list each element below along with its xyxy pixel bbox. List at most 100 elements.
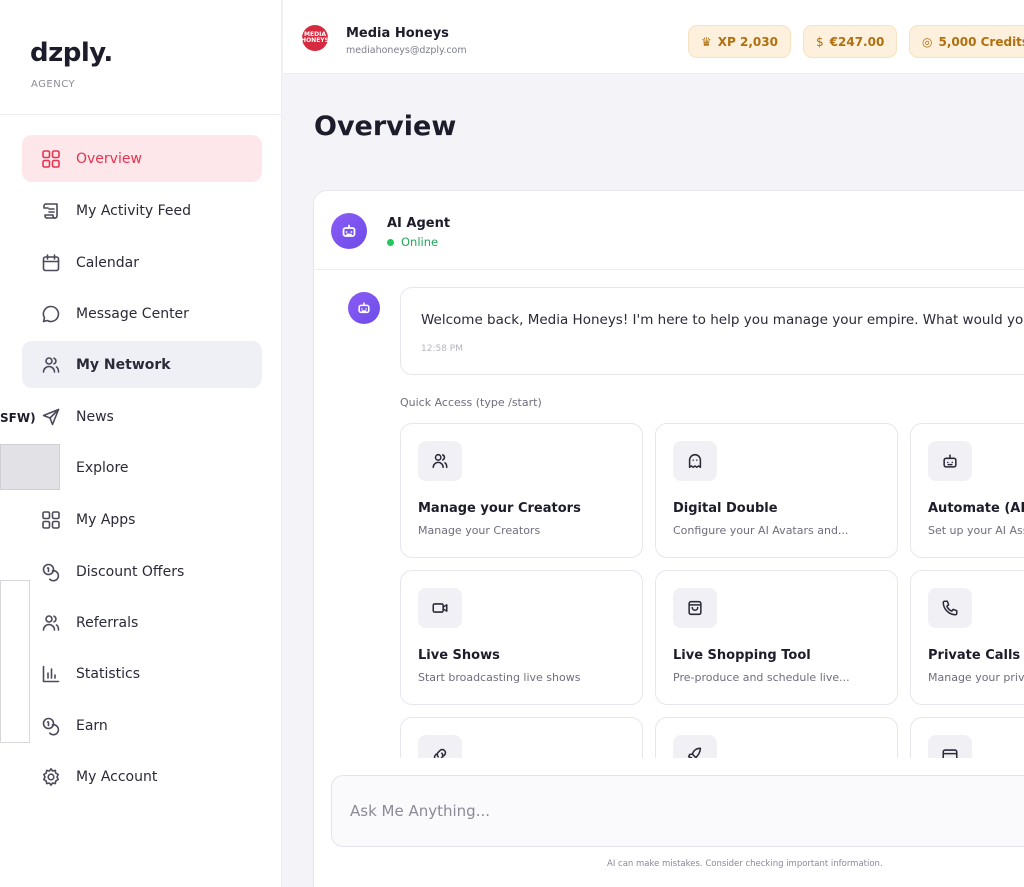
- quick-access-grid: Manage your Creators Manage your Creator…: [400, 423, 1024, 758]
- tile-title: Digital Double: [673, 501, 778, 516]
- phone-icon: [928, 588, 972, 628]
- agent-name: AI Agent: [387, 216, 451, 231]
- sidebar-item-label: Message Center: [76, 305, 189, 322]
- ask-box: [331, 775, 1024, 847]
- crown-icon: ♛: [701, 34, 712, 49]
- tile-live-shopping[interactable]: Live Shopping Tool Pre-produce and sched…: [655, 570, 898, 705]
- sidebar-item-overview[interactable]: Overview: [22, 135, 262, 182]
- sidebar-item-label: Discount Offers: [76, 563, 185, 580]
- robot-icon: [928, 441, 972, 481]
- ai-disclaimer: AI can make mistakes. Consider checking …: [607, 859, 883, 869]
- message-timestamp: 12:58 PM: [421, 344, 463, 354]
- credits-chip[interactable]: ◎ 5,000 Credits: [909, 25, 1024, 58]
- tile-description: Start broadcasting live shows: [418, 671, 581, 684]
- shopping-bag-icon: [673, 588, 717, 628]
- tile-description: Manage your priv: [928, 671, 1024, 684]
- tile-digital-double[interactable]: Digital Double Configure your AI Avatars…: [655, 423, 898, 558]
- sidebar-item-label: Earn: [76, 717, 108, 734]
- gear-icon: [40, 766, 62, 788]
- overlay-panel: [0, 444, 60, 490]
- sidebar-item-label: Overview: [76, 150, 142, 167]
- tile-description: Manage your Creators: [418, 524, 541, 537]
- tile-partial[interactable]: [655, 717, 898, 758]
- tile-private-calls[interactable]: Private Calls Manage your priv: [910, 570, 1024, 705]
- sidebar-item-label: My Account: [76, 768, 158, 785]
- sidebar-item-label: News: [76, 408, 114, 425]
- sidebar-item-calendar[interactable]: Calendar: [22, 239, 262, 286]
- tile-title: Live Shows: [418, 648, 500, 663]
- sidebar-item-label: Referrals: [76, 614, 139, 631]
- dollar-icon: $: [816, 34, 824, 49]
- sidebar-item-label: My Apps: [76, 511, 136, 528]
- sidebar-item-news[interactable]: News: [22, 393, 262, 440]
- tile-title: Private Calls: [928, 648, 1021, 663]
- sidebar-item-label: My Network: [76, 356, 171, 373]
- tile-partial[interactable]: [910, 717, 1024, 758]
- sidebar-item-message-center[interactable]: Message Center: [22, 290, 262, 337]
- chat-bubble-icon: [40, 303, 62, 325]
- top-bar: MEDIA HONEYS Media Honeys mediahoneys@dz…: [283, 0, 1024, 74]
- sidebar-item-earn[interactable]: Earn: [22, 702, 262, 749]
- sidebar-divider: [0, 114, 282, 115]
- sidebar-item-statistics[interactable]: Statistics: [22, 650, 262, 697]
- bar-chart-icon: [40, 663, 62, 685]
- user-name: Media Honeys: [346, 26, 449, 41]
- tile-live-shows[interactable]: Live Shows Start broadcasting live shows: [400, 570, 643, 705]
- agent-status-label: Online: [401, 235, 439, 249]
- sidebar-item-discount-offers[interactable]: Discount Offers: [22, 548, 262, 595]
- agent-message-text: Welcome back, Media Honeys! I'm here to …: [421, 312, 1024, 328]
- xp-chip[interactable]: ♛ XP 2,030: [688, 25, 791, 58]
- send-icon: [40, 406, 62, 428]
- sidebar-item-referrals[interactable]: Referrals: [22, 599, 262, 646]
- grid-icon: [40, 148, 62, 170]
- sidebar-item-label: Explore: [76, 459, 129, 476]
- ai-agent-card: AI Agent Online Welcome back, Media Hone…: [313, 190, 1024, 887]
- xp-value: XP 2,030: [717, 34, 778, 49]
- avatar[interactable]: MEDIA HONEYS: [301, 25, 329, 51]
- agent-status: Online: [387, 235, 438, 249]
- video-icon: [418, 588, 462, 628]
- quick-access-label: Quick Access (type /start): [400, 396, 542, 409]
- tile-title: Manage your Creators: [418, 501, 581, 516]
- tile-description: Configure your AI Avatars and...: [673, 524, 849, 537]
- page-title: Overview: [314, 111, 457, 142]
- robot-icon: [348, 292, 380, 324]
- sidebar-item-activity-feed[interactable]: My Activity Feed: [22, 187, 262, 234]
- balance-chip[interactable]: $ €247.00: [803, 25, 898, 58]
- sidebar-item-my-apps[interactable]: My Apps: [22, 496, 262, 543]
- coins-icon: [40, 715, 62, 737]
- agent-message: Welcome back, Media Honeys! I'm here to …: [400, 287, 1024, 375]
- ask-input[interactable]: [350, 796, 1024, 826]
- link-icon: [418, 735, 462, 758]
- robot-icon: [331, 213, 367, 249]
- coins-icon: ◎: [922, 34, 933, 49]
- tile-description: Set up your AI Ass: [928, 524, 1024, 537]
- sidebar-item-my-network[interactable]: My Network: [22, 341, 262, 388]
- tile-automate-ai[interactable]: Automate (AI) Set up your AI Ass: [910, 423, 1024, 558]
- sidebar-item-label: Statistics: [76, 665, 140, 682]
- users-icon: [40, 354, 62, 376]
- status-dot: [387, 238, 394, 246]
- card-icon: [928, 735, 972, 758]
- tile-title: Live Shopping Tool: [673, 648, 811, 663]
- agent-header: AI Agent Online: [314, 191, 1024, 270]
- sidebar-item-my-account[interactable]: My Account: [22, 753, 262, 800]
- tile-partial[interactable]: [400, 717, 643, 758]
- credits-value: 5,000 Credits: [938, 34, 1024, 49]
- sidebar-item-label: My Activity Feed: [76, 202, 192, 219]
- scroll-icon: [40, 200, 62, 222]
- coins-icon: [40, 561, 62, 583]
- brand-logo[interactable]: dzply.: [30, 38, 113, 68]
- balance-value: €247.00: [829, 34, 885, 49]
- tile-title: Automate (AI): [928, 501, 1024, 516]
- user-email: mediahoneys@dzply.com: [346, 45, 467, 56]
- brand-subtitle: AGENCY: [31, 79, 76, 90]
- ghost-icon: [673, 441, 717, 481]
- sidebar-item-label: Calendar: [76, 254, 139, 271]
- tile-manage-creators[interactable]: Manage your Creators Manage your Creator…: [400, 423, 643, 558]
- calendar-icon: [40, 252, 62, 274]
- overlay-tag: SFW): [0, 408, 40, 428]
- users-icon: [40, 612, 62, 634]
- tile-description: Pre-produce and schedule live...: [673, 671, 850, 684]
- overlay-panel: [0, 580, 30, 743]
